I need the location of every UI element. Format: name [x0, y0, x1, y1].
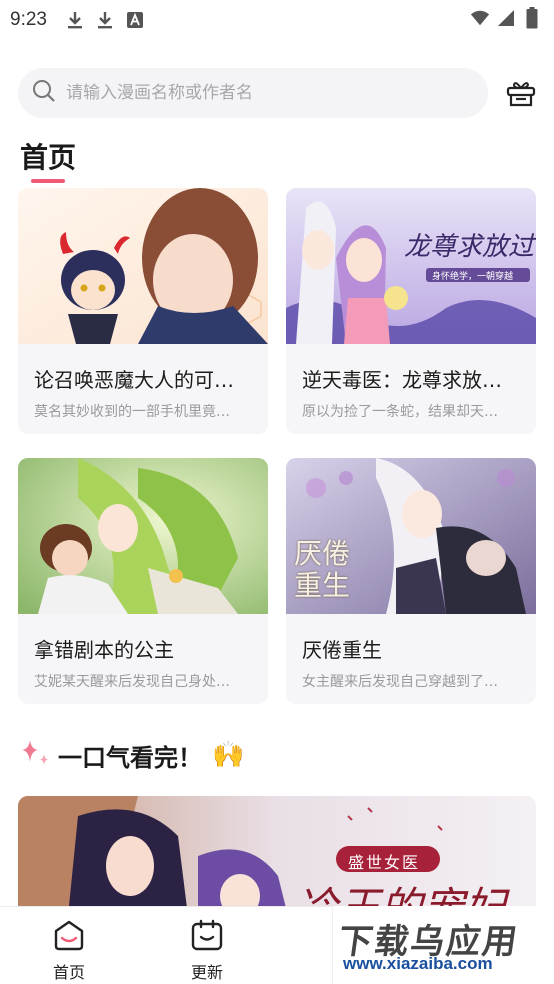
comic-card[interactable]: 厌倦重生 厌倦重生 女主醒来后发现自己穿越到了…: [286, 458, 536, 704]
wifi-icon: [470, 8, 490, 28]
section-header: 一口气看完！ 🙌: [18, 736, 244, 774]
banner-badge: 盛世女医: [348, 853, 421, 872]
watermark: 下载乌应用 www.xiazaiba.com: [332, 906, 554, 984]
sparkle-icon: [18, 736, 52, 774]
comic-cover: 厌倦重生: [286, 458, 536, 614]
cover-subtitle-text: 身怀绝学，一朝穿越: [432, 272, 514, 282]
raised-hands-emoji: 🙌: [212, 740, 245, 770]
section-title: 一口气看完！: [58, 743, 202, 772]
comic-card[interactable]: 龙尊求放过 身怀绝学，一朝穿越 逆天毒医：龙尊求放… 原以为捡了一条蛇，结果却天…: [286, 188, 536, 434]
nav-home[interactable]: 首页: [34, 919, 104, 983]
cover-title-text: 龙尊求放过: [404, 232, 535, 262]
search-input[interactable]: [66, 83, 466, 103]
status-bar: 9:23: [0, 0, 554, 40]
page-title: 首页: [20, 141, 77, 174]
watermark-url-text: www.xiazaiba.com: [343, 954, 493, 973]
featured-banner[interactable]: 盛世女医 冷王的宠妃: [18, 796, 536, 916]
comic-desc: 女主醒来后发现自己穿越到了…: [302, 674, 498, 690]
battery-icon: [522, 7, 542, 29]
comic-desc: 艾妮某天醒来后发现自己身处…: [34, 674, 230, 690]
search-icon: [32, 79, 56, 107]
comic-desc: 莫名其妙收到的一部手机里竟…: [34, 404, 230, 420]
comic-card[interactable]: 论召唤恶魔大人的可… 莫名其妙收到的一部手机里竟…: [18, 188, 268, 434]
font-icon: [125, 10, 145, 30]
comic-cover: 龙尊求放过 身怀绝学，一朝穿越: [286, 188, 536, 344]
comic-title: 厌倦重生: [302, 638, 382, 662]
calendar-icon: [190, 919, 224, 955]
download-icon: [65, 10, 85, 30]
gift-icon[interactable]: [504, 76, 538, 110]
comic-card[interactable]: 拿错剧本的公主 艾妮某天醒来后发现自己身处…: [18, 458, 268, 704]
nav-update[interactable]: 更新: [172, 919, 242, 983]
comic-cover: [18, 458, 268, 614]
comic-desc: 原以为捡了一条蛇，结果却天…: [302, 404, 498, 420]
search-bar[interactable]: [18, 68, 488, 118]
nav-label: 首页: [52, 963, 85, 982]
comic-title: 拿错剧本的公主: [34, 638, 174, 662]
download-icon: [95, 10, 115, 30]
status-time: 9:23: [10, 9, 47, 30]
title-underline: [31, 179, 65, 183]
search-row: [18, 68, 538, 118]
nav-label: 更新: [190, 963, 223, 982]
home-icon: [52, 919, 86, 955]
comic-cover: [18, 188, 268, 344]
comic-title: 逆天毒医：龙尊求放…: [302, 368, 502, 392]
signal-icon: [496, 8, 516, 28]
cover-title-text: 厌倦重生: [294, 537, 351, 602]
comic-title: 论召唤恶魔大人的可…: [34, 368, 234, 392]
